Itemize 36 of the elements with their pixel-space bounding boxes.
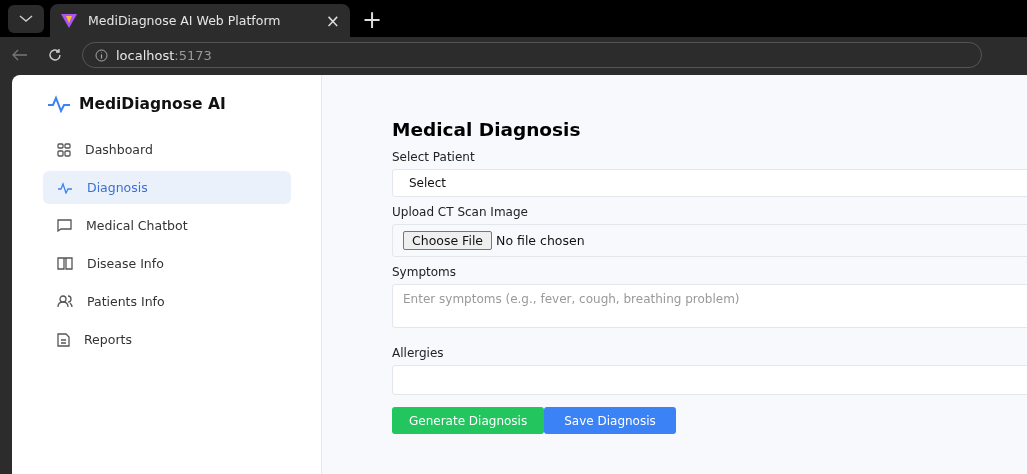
chevron-down-icon [19, 15, 33, 23]
nav-item[interactable]: Patients Info [43, 285, 291, 318]
field-label: Allergies [392, 346, 444, 360]
back-icon[interactable] [12, 49, 28, 61]
field-label: Select Patient [392, 150, 475, 164]
book-icon [57, 257, 73, 270]
new-tab-button[interactable]: + [362, 4, 383, 37]
page-title: Medical Diagnosis [392, 119, 581, 140]
chat-icon [57, 219, 72, 232]
nav-item[interactable]: Reports [43, 323, 291, 356]
symptoms-field[interactable]: Enter symptoms (e.g., fever, cough, breathing problem) [392, 284, 1027, 328]
browser-tab[interactable]: MediDiagnose AI Web Platform × [50, 4, 350, 37]
choose-file-button[interactable]: Choose File [403, 231, 493, 250]
pulse-icon [57, 181, 73, 194]
info-icon [95, 48, 108, 62]
tab-title: MediDiagnose AI Web Platform [88, 13, 282, 28]
triangle-logo-icon [60, 12, 78, 29]
nav-item[interactable]: Disease Info [43, 247, 291, 280]
pulse-icon [47, 95, 71, 113]
nav-item[interactable]: Diagnosis [43, 171, 291, 204]
save-button[interactable]: Save Diagnosis [544, 407, 676, 434]
reload-icon[interactable] [48, 48, 62, 62]
nav-item[interactable]: Dashboard [43, 133, 291, 166]
users-icon [57, 295, 73, 308]
field-label: Upload CT Scan Image [392, 205, 528, 219]
field-label: Symptoms [392, 265, 456, 279]
grid-icon [57, 142, 71, 157]
allergies-field[interactable] [392, 365, 1027, 395]
file-status: No file chosen [496, 233, 585, 248]
app-brand: MediDiagnose AI [79, 95, 226, 113]
tab-list-button[interactable] [8, 5, 44, 33]
url-text: localhost:5173 [116, 47, 212, 63]
document-icon [57, 332, 70, 347]
nav-item[interactable]: Medical Chatbot [43, 209, 291, 242]
close-tab-button[interactable]: × [325, 10, 340, 31]
patient-select[interactable]: Select [392, 169, 1027, 197]
